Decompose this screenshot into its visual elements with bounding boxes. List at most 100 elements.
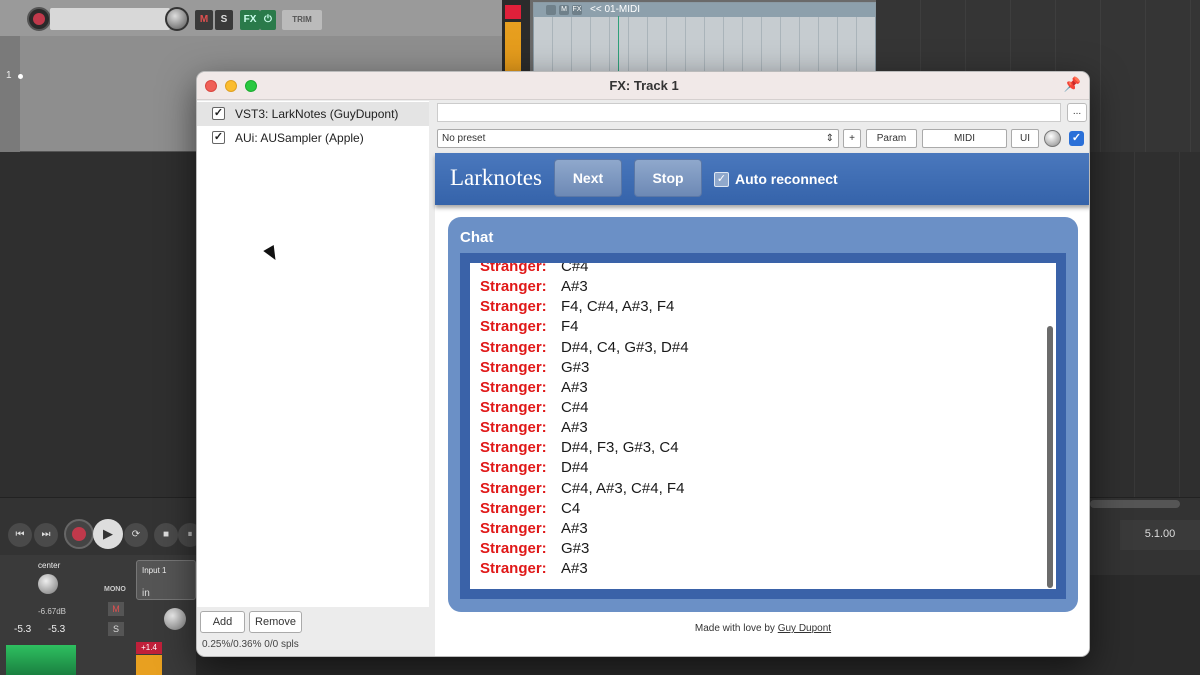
author-link[interactable]: Guy Dupont xyxy=(778,623,831,634)
fx-enable-checkbox[interactable]: ✓ xyxy=(212,131,225,144)
chat-scrollbar[interactable] xyxy=(1047,326,1053,588)
play-button[interactable]: ▶ xyxy=(93,519,123,549)
go-to-end-icon[interactable]: ⏭ xyxy=(34,523,58,547)
mono-label: MONO xyxy=(104,586,126,593)
level-left: -5.3 xyxy=(14,624,32,635)
chat-message: Stranger: F4, C#4, A#3, F4 xyxy=(480,297,1040,317)
fx-chain-item[interactable]: ✓ AUi: AUSampler (Apple) xyxy=(197,126,429,150)
cpu-usage-text: 0.25%/0.36% 0/0 spls xyxy=(202,639,299,650)
chat-sender: Stranger: xyxy=(480,560,547,578)
chat-sender: Stranger: xyxy=(480,539,547,557)
preset-value: No preset xyxy=(442,133,486,144)
midi-io-button[interactable]: MIDI xyxy=(922,129,1007,148)
playrate-slider[interactable] xyxy=(1090,500,1180,508)
track-trim-button[interactable]: TRIM xyxy=(282,10,322,30)
chat-message: Stranger: G#3 xyxy=(480,358,1040,378)
midi-item[interactable]: << 01-MIDI M FX xyxy=(533,2,876,72)
fx-chain-list: ✓ VST3: LarkNotes (GuyDupont) ✓ AUi: AUS… xyxy=(197,101,429,607)
fx-name: VST3: LarkNotes (GuyDupont) xyxy=(235,107,399,121)
window-title: FX: Track 1 xyxy=(609,78,679,93)
chat-notes: G#3 xyxy=(561,358,590,376)
next-button[interactable]: Next xyxy=(554,159,622,197)
stop-icon[interactable]: ■ xyxy=(154,523,178,547)
chat-notes: C#4 xyxy=(561,263,589,275)
chat-sender: Stranger: xyxy=(480,459,547,477)
track-volume-knob[interactable] xyxy=(165,7,189,31)
chat-sender: Stranger: xyxy=(480,338,547,356)
mixer-solo-button[interactable]: S xyxy=(108,622,124,636)
chat-notes: F4, C#4, A#3, F4 xyxy=(561,298,675,316)
loop-icon[interactable]: ⟳ xyxy=(124,523,148,547)
track-meter-clip xyxy=(505,5,521,19)
chat-message: Stranger: A#3 xyxy=(480,418,1040,438)
pin-icon[interactable]: 📌 xyxy=(1064,76,1081,93)
chat-sender: Stranger: xyxy=(480,378,547,396)
chat-message: Stranger: C#4 xyxy=(480,263,1040,277)
chat-message: Stranger: D#4, F3, G#3, C4 xyxy=(480,438,1040,458)
midi-item-title: << 01-MIDI xyxy=(534,3,875,17)
preset-name-input[interactable] xyxy=(437,103,1061,122)
param-button[interactable]: Param xyxy=(866,129,917,148)
go-to-start-icon[interactable]: ⏮ xyxy=(8,523,32,547)
chat-sender: Stranger: xyxy=(480,499,547,517)
fx-enable-checkbox[interactable]: ✓ xyxy=(212,107,225,120)
chat-message: Stranger: C4 xyxy=(480,499,1040,519)
chat-sender: Stranger: xyxy=(480,263,547,275)
fx-window: FX: Track 1 📌 ✓ VST3: LarkNotes (GuyDupo… xyxy=(196,71,1090,657)
fx-chain-item[interactable]: ✓ VST3: LarkNotes (GuyDupont) xyxy=(197,102,429,126)
midi-item-lock-icon[interactable] xyxy=(546,5,556,15)
fx-bypass-icon[interactable]: ⏻ xyxy=(260,10,276,30)
level-readouts: -5.3 -5.3 xyxy=(14,624,65,635)
chat-sender: Stranger: xyxy=(480,278,547,296)
chat-notes: C#4, A#3, C#4, F4 xyxy=(561,479,685,497)
chat-sender: Stranger: xyxy=(480,479,547,497)
window-titlebar[interactable]: FX: Track 1 📌 xyxy=(197,72,1089,100)
chat-title: Chat xyxy=(460,229,494,246)
chat-log[interactable]: Stranger: C#4 Stranger: A#3 Stranger: F4, C#4… xyxy=(470,263,1056,589)
input-mode[interactable]: in xyxy=(142,588,150,599)
fx-enabled-checkbox[interactable]: ✓ xyxy=(1069,131,1084,146)
chat-message: Stranger: D#4, C4, G#3, D#4 xyxy=(480,338,1040,358)
input-gain-knob[interactable] xyxy=(164,608,186,630)
auto-reconnect-checkbox[interactable]: ✓ xyxy=(714,172,729,187)
level-right: -5.3 xyxy=(48,624,66,635)
mixer-mute-button[interactable]: M xyxy=(108,602,124,616)
chat-notes: D#4, F3, G#3, C4 xyxy=(561,439,679,457)
add-preset-button[interactable]: + xyxy=(843,129,861,148)
chat-message: Stranger: A#3 xyxy=(480,277,1040,297)
chat-sender: Stranger: xyxy=(480,519,547,537)
chat-sender: Stranger: xyxy=(480,439,547,457)
record-arm-button[interactable] xyxy=(27,7,51,31)
add-fx-button[interactable]: Add xyxy=(200,611,245,633)
chat-notes: C#4 xyxy=(561,398,589,416)
auto-reconnect-label: Auto reconnect xyxy=(735,171,838,187)
track-fx-button[interactable]: FX xyxy=(240,10,260,30)
chat-panel: Chat Stranger: C#4 Stranger: A#3 Stranger: F4… xyxy=(448,217,1078,612)
track-color-strip xyxy=(0,36,20,152)
fx-plugin-pane: ... No preset ⇕ + Param MIDI UI ✓ Larkno… xyxy=(435,101,1089,656)
pan-knob[interactable] xyxy=(38,574,58,594)
fx-name: AUi: AUSampler (Apple) xyxy=(235,131,364,145)
peak-indicator: +1.4 xyxy=(136,642,162,654)
remove-fx-button[interactable]: Remove xyxy=(249,611,302,633)
chat-frame: Stranger: C#4 Stranger: A#3 Stranger: F4, C#4… xyxy=(460,253,1066,599)
chat-message: Stranger: A#3 xyxy=(480,378,1040,398)
updown-chevron-icon: ⇕ xyxy=(825,133,834,144)
midi-item-mute-button[interactable]: M xyxy=(559,5,569,15)
track-mute-button[interactable]: M xyxy=(195,10,213,30)
more-options-button[interactable]: ... xyxy=(1067,103,1087,122)
track-solo-button[interactable]: S xyxy=(215,10,233,30)
track-number: 1 xyxy=(6,70,12,81)
preset-select[interactable]: No preset ⇕ xyxy=(437,129,839,148)
chat-message: Stranger: C#4, A#3, C#4, F4 xyxy=(480,479,1040,499)
chat-notes: A#3 xyxy=(561,519,588,537)
ui-toggle-button[interactable]: UI xyxy=(1011,129,1039,148)
track-name-field[interactable] xyxy=(50,8,170,30)
chat-notes: A#3 xyxy=(561,560,588,578)
chat-message: Stranger: F4 xyxy=(480,317,1040,337)
wet-knob[interactable] xyxy=(1044,130,1061,147)
midi-item-fx-button[interactable]: FX xyxy=(572,5,582,15)
record-button[interactable] xyxy=(64,519,94,549)
fx-chain-footer: Add Remove 0.25%/0.36% 0/0 spls xyxy=(197,607,429,656)
stop-button[interactable]: Stop xyxy=(634,159,702,197)
